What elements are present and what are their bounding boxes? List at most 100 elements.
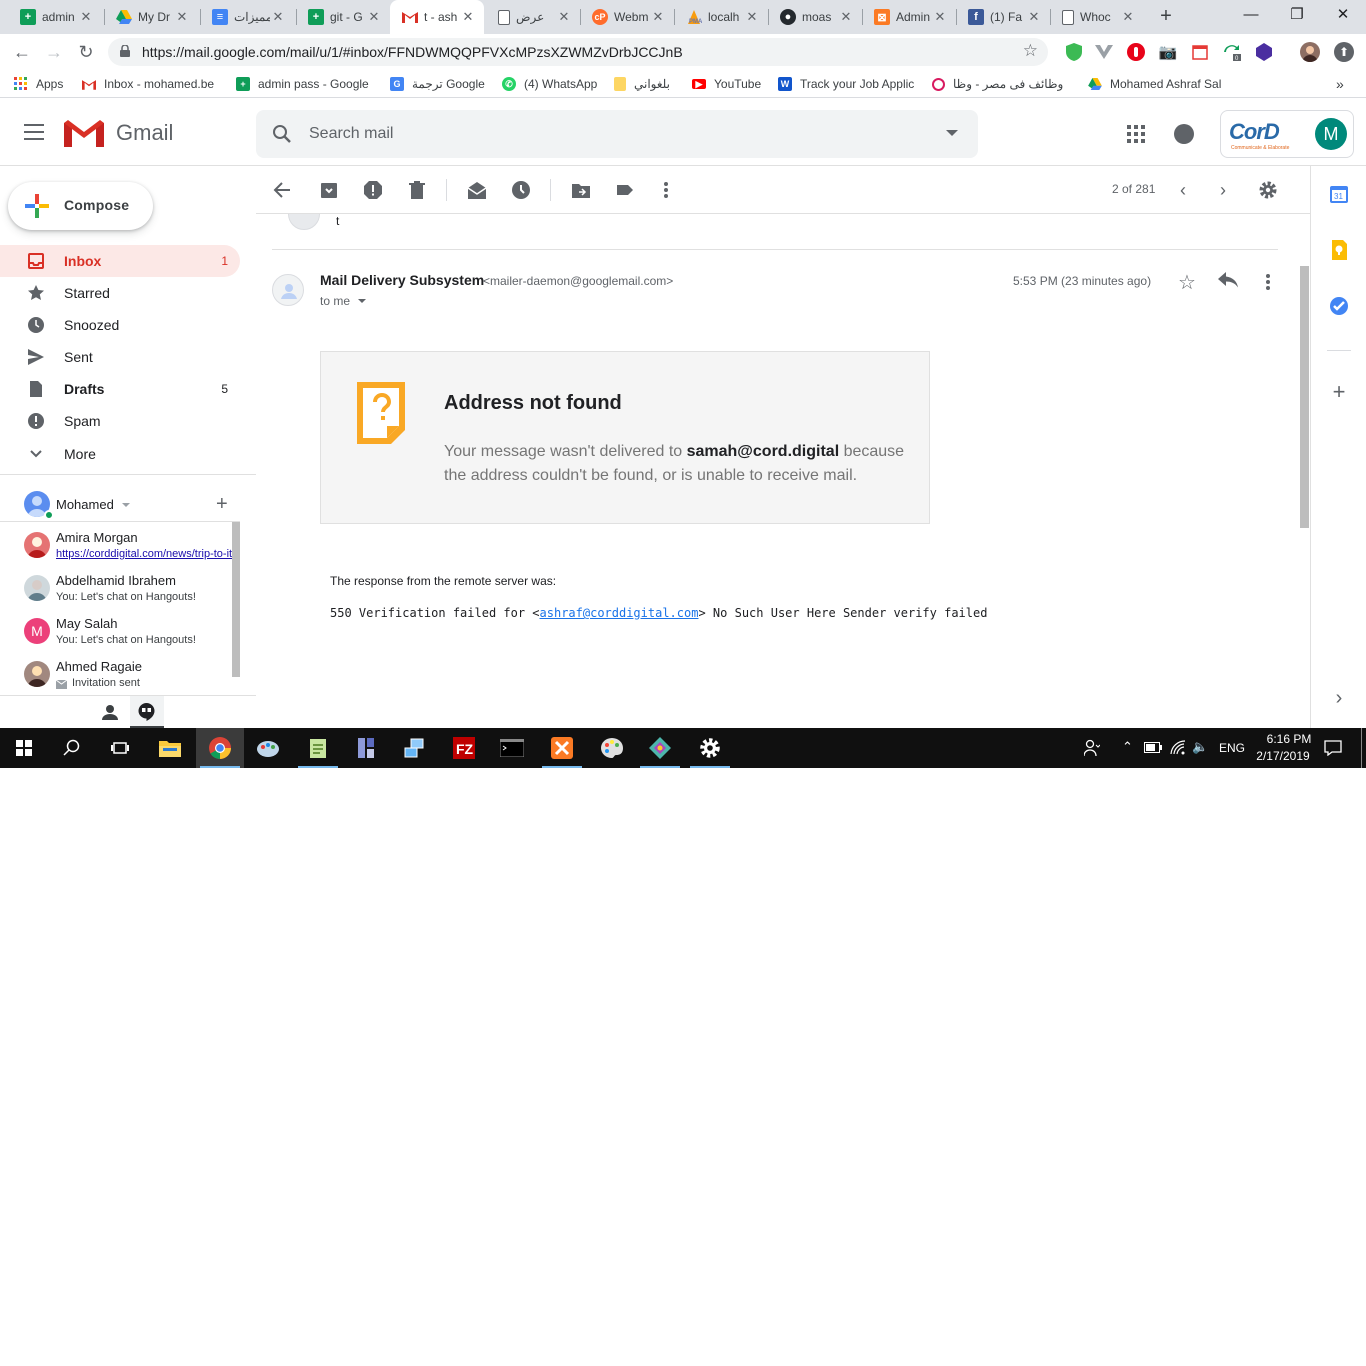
nav-drafts[interactable]: Drafts 5: [0, 373, 240, 405]
main-menu-button[interactable]: [24, 124, 44, 140]
nav-starred[interactable]: Starred: [0, 277, 240, 309]
terminal-app[interactable]: [488, 728, 536, 768]
delete-icon[interactable]: [407, 180, 427, 200]
reload-button[interactable]: ↻: [74, 40, 98, 64]
close-tab-icon[interactable]: ✕: [460, 9, 476, 25]
paint-app[interactable]: [244, 728, 292, 768]
wifi-icon[interactable]: [1170, 740, 1186, 755]
more-options-icon[interactable]: [656, 180, 676, 200]
forward-button[interactable]: →: [42, 40, 66, 64]
search-taskbar-button[interactable]: [48, 728, 96, 768]
tasks-icon[interactable]: [1329, 296, 1349, 316]
battery-icon[interactable]: [1144, 742, 1162, 753]
keep-icon[interactable]: [1329, 240, 1349, 260]
sync-extension-icon[interactable]: 0: [1222, 42, 1242, 62]
search-bar[interactable]: Search mail: [256, 110, 978, 158]
sender-name[interactable]: Mail Delivery Subsystem: [320, 272, 484, 288]
browser-tab[interactable]: f (1) Fa ✕: [956, 0, 1050, 34]
browser-tab[interactable]: + git - G ✕: [296, 0, 390, 34]
bookmark-star-icon[interactable]: ☆: [1023, 41, 1038, 61]
older-message-icon[interactable]: ›: [1220, 180, 1226, 201]
show-desktop-button[interactable]: [1361, 728, 1362, 768]
hexagon-extension-icon[interactable]: [1254, 42, 1274, 62]
settings-app[interactable]: [686, 728, 734, 768]
compose-button[interactable]: Compose: [8, 182, 153, 230]
minimize-button[interactable]: —: [1236, 4, 1266, 26]
task-view-button[interactable]: [96, 728, 144, 768]
calendar-icon[interactable]: 31: [1329, 184, 1349, 204]
report-spam-icon[interactable]: [363, 180, 383, 200]
git-tool-app[interactable]: [636, 728, 684, 768]
close-window-button[interactable]: ✕: [1328, 4, 1358, 26]
contact-list-scrollbar[interactable]: [232, 522, 240, 677]
search-input[interactable]: Search mail: [309, 125, 393, 143]
show-details-icon[interactable]: [358, 299, 366, 303]
action-center-icon[interactable]: [1324, 740, 1342, 756]
notifications-icon[interactable]: [1174, 124, 1194, 144]
account-switcher[interactable]: CorD Communicate & Elaborate M: [1220, 110, 1354, 158]
close-tab-icon[interactable]: ✕: [366, 9, 382, 25]
profile-avatar[interactable]: [1300, 42, 1320, 62]
hangouts-chat-tab[interactable]: [130, 696, 164, 729]
browser-tab[interactable]: cP Webm ✕: [580, 0, 674, 34]
close-tab-icon[interactable]: ✕: [270, 9, 286, 25]
close-tab-icon[interactable]: ✕: [78, 9, 94, 25]
more-bookmarks-icon[interactable]: »: [1336, 75, 1344, 93]
browser-tab[interactable]: ⊠ Admin ✕: [862, 0, 956, 34]
newer-message-icon[interactable]: ‹: [1180, 180, 1186, 201]
contact-item[interactable]: Ahmed Ragaie Invitation sent: [0, 651, 232, 693]
new-tab-button[interactable]: +: [1154, 5, 1178, 29]
browser-tab[interactable]: ● moas ✕: [768, 0, 862, 34]
bookmark-drive[interactable]: Mohamed Ashraf Sal: [1088, 75, 1224, 93]
filezilla-app[interactable]: FZ: [440, 728, 488, 768]
volume-icon[interactable]: 🔈: [1192, 739, 1208, 755]
move-to-icon[interactable]: [571, 180, 591, 200]
hangouts-user-name[interactable]: Mohamed: [56, 497, 114, 512]
close-tab-icon[interactable]: ✕: [556, 9, 572, 25]
message-more-icon[interactable]: [1258, 272, 1278, 292]
browser-tab[interactable]: ≡ مميزات ✕: [200, 0, 294, 34]
contacts-person-icon[interactable]: [102, 704, 118, 720]
snooze-icon[interactable]: [511, 180, 531, 200]
back-button[interactable]: ←: [10, 40, 34, 64]
close-tab-icon[interactable]: ✕: [1120, 9, 1136, 25]
people-icon[interactable]: [1084, 739, 1100, 757]
mark-unread-icon[interactable]: [467, 180, 487, 200]
close-tab-icon[interactable]: ✕: [744, 9, 760, 25]
account-avatar[interactable]: M: [1315, 118, 1347, 150]
taskbar-clock-time[interactable]: 6:16 PM: [1262, 732, 1316, 746]
bookmark-job-tracker[interactable]: W Track your Job Applic: [778, 75, 916, 93]
close-tab-icon[interactable]: ✕: [174, 9, 190, 25]
bookmark-admin-pass[interactable]: + admin pass - Google: [236, 75, 372, 93]
status-dropdown-icon[interactable]: [122, 503, 130, 507]
notepad-plus-app[interactable]: [294, 728, 342, 768]
file-explorer-app[interactable]: [146, 728, 194, 768]
response-email-link[interactable]: ashraf@corddigital.com: [540, 606, 699, 620]
bookmark-youtube[interactable]: ▶ YouTube: [692, 75, 761, 93]
get-add-ons-icon[interactable]: +: [1329, 381, 1349, 403]
contact-item[interactable]: Amira Morgan https://corddigital.com/new…: [0, 522, 232, 565]
show-hidden-icons-icon[interactable]: ⌃: [1122, 739, 1133, 755]
close-tab-icon[interactable]: ✕: [838, 9, 854, 25]
chrome-app[interactable]: [196, 728, 244, 768]
message-scrollbar-thumb[interactable]: [1300, 266, 1309, 528]
nav-snoozed[interactable]: Snoozed: [0, 309, 240, 341]
previous-message-collapsed[interactable]: t: [272, 214, 1278, 250]
archive-icon[interactable]: [319, 180, 339, 200]
contact-item[interactable]: Abdelhamid Ibrahem You: Let's chat on Ha…: [0, 565, 232, 608]
adblock-extension-icon[interactable]: [1126, 42, 1146, 62]
reply-icon[interactable]: [1218, 272, 1238, 290]
search-options-icon[interactable]: [946, 130, 958, 136]
xampp-app[interactable]: [538, 728, 586, 768]
network-app[interactable]: [390, 728, 438, 768]
taskbar-clock-date[interactable]: 2/17/2019: [1252, 749, 1314, 763]
contact-item[interactable]: M May Salah You: Let's chat on Hangouts!: [0, 608, 232, 651]
close-tab-icon[interactable]: ✕: [650, 9, 666, 25]
chrome-menu-icon[interactable]: ⬆: [1334, 42, 1354, 62]
contact-last-message[interactable]: https://corddigital.com/news/trip-to-it: [56, 548, 232, 560]
bookmark-apps[interactable]: Apps: [14, 75, 63, 93]
label-icon[interactable]: [615, 180, 635, 200]
search-icon[interactable]: [270, 122, 294, 146]
nav-sent[interactable]: Sent: [0, 341, 240, 373]
browser-tab-active[interactable]: t - ash ✕: [390, 0, 484, 34]
